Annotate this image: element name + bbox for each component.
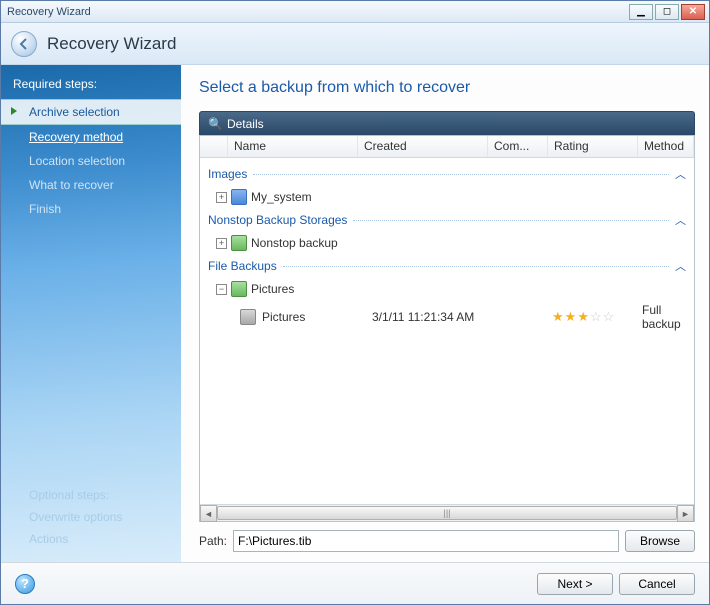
scroll-thumb[interactable]: ||| xyxy=(217,506,677,520)
close-button[interactable]: ✕ xyxy=(681,4,705,20)
maximize-button[interactable]: ◻ xyxy=(655,4,679,20)
help-button[interactable]: ? xyxy=(15,574,35,594)
step-location-selection[interactable]: Location selection xyxy=(1,149,181,173)
path-input[interactable] xyxy=(233,530,619,552)
expand-icon[interactable]: + xyxy=(216,238,227,249)
titlebar-title: Recovery Wizard xyxy=(5,6,627,18)
minimize-button[interactable]: ▁ xyxy=(629,4,653,20)
page-title: Select a backup from which to recover xyxy=(199,79,695,97)
col-expand[interactable] xyxy=(200,136,228,157)
group-label: File Backups xyxy=(208,259,277,273)
group-nonstop[interactable]: Nonstop Backup Storages ︿ xyxy=(200,208,694,232)
details-toolbar[interactable]: 🔍 Details xyxy=(199,111,695,135)
nonstop-icon xyxy=(231,235,247,251)
backup-file-icon xyxy=(240,309,256,325)
col-created[interactable]: Created xyxy=(358,136,488,157)
details-label: Details xyxy=(227,117,264,131)
collapse-icon[interactable]: − xyxy=(216,284,227,295)
sidebar-heading: Required steps: xyxy=(1,77,181,99)
step-label: Location selection xyxy=(29,154,125,168)
group-file-backups[interactable]: File Backups ︿ xyxy=(200,254,694,278)
list-body: Images ︿ + My_system Nonstop Backup Stor… xyxy=(200,158,694,504)
backup-row-pictures[interactable]: Pictures 3/1/11 11:21:34 AM ★★★☆☆ Full b… xyxy=(200,300,694,334)
group-divider xyxy=(253,174,669,175)
sidebar: Required steps: Archive selection Recove… xyxy=(1,65,181,562)
expand-icon[interactable]: + xyxy=(216,192,227,203)
item-label: Nonstop backup xyxy=(251,236,338,250)
group-label: Images xyxy=(208,167,247,181)
wizard-header: Recovery Wizard xyxy=(1,23,709,65)
path-row: Path: Browse xyxy=(199,530,695,552)
backup-list: Name Created Com... Rating Method Images… xyxy=(199,135,695,522)
item-label: My_system xyxy=(251,190,312,204)
back-button[interactable] xyxy=(11,31,37,57)
step-label: Recovery method xyxy=(29,130,123,144)
col-rating[interactable]: Rating xyxy=(548,136,638,157)
optional-actions: Actions xyxy=(13,528,169,550)
item-pictures-folder[interactable]: − Pictures xyxy=(200,278,694,300)
col-name[interactable]: Name xyxy=(228,136,358,157)
wizard-footer: ? Next > Cancel xyxy=(1,562,709,604)
next-button[interactable]: Next > xyxy=(537,573,613,595)
step-recovery-method[interactable]: Recovery method xyxy=(1,125,181,149)
step-label: Finish xyxy=(29,202,61,216)
cell-name: Pictures xyxy=(262,310,372,324)
chevron-up-icon[interactable]: ︿ xyxy=(675,166,686,182)
step-finish[interactable]: Finish xyxy=(1,197,181,221)
group-images[interactable]: Images ︿ xyxy=(200,162,694,186)
step-archive-selection[interactable]: Archive selection xyxy=(1,99,181,125)
step-label: Archive selection xyxy=(29,105,120,119)
cell-created: 3/1/11 11:21:34 AM xyxy=(372,310,542,324)
item-my-system[interactable]: + My_system xyxy=(200,186,694,208)
item-label: Pictures xyxy=(251,282,294,296)
col-method[interactable]: Method xyxy=(638,136,694,157)
horizontal-scrollbar[interactable]: ◄ ||| ► xyxy=(200,504,694,521)
cell-method: Full backup xyxy=(642,303,694,331)
scroll-right-icon[interactable]: ► xyxy=(677,505,694,522)
cell-rating[interactable]: ★★★☆☆ xyxy=(552,309,642,325)
step-what-to-recover[interactable]: What to recover xyxy=(1,173,181,197)
titlebar: Recovery Wizard ▁ ◻ ✕ xyxy=(1,1,709,23)
main-panel: Select a backup from which to recover 🔍 … xyxy=(181,65,709,562)
step-label: What to recover xyxy=(29,178,114,192)
cancel-button[interactable]: Cancel xyxy=(619,573,695,595)
browse-button[interactable]: Browse xyxy=(625,530,695,552)
group-divider xyxy=(283,266,669,267)
path-label: Path: xyxy=(199,534,227,548)
item-nonstop-backup[interactable]: + Nonstop backup xyxy=(200,232,694,254)
disk-image-icon xyxy=(231,189,247,205)
chevron-up-icon[interactable]: ︿ xyxy=(675,212,686,228)
back-arrow-icon xyxy=(18,38,30,50)
scroll-left-icon[interactable]: ◄ xyxy=(200,505,217,522)
optional-overwrite: Overwrite options xyxy=(13,506,169,528)
column-headers: Name Created Com... Rating Method xyxy=(200,136,694,158)
backup-folder-icon xyxy=(231,281,247,297)
group-divider xyxy=(353,220,669,221)
wizard-body: Required steps: Archive selection Recove… xyxy=(1,65,709,562)
recovery-wizard-window: Recovery Wizard ▁ ◻ ✕ Recovery Wizard Re… xyxy=(0,0,710,605)
sidebar-optional: Optional steps: Overwrite options Action… xyxy=(1,484,181,550)
optional-heading: Optional steps: xyxy=(13,484,169,506)
chevron-up-icon[interactable]: ︿ xyxy=(675,258,686,274)
col-comments[interactable]: Com... xyxy=(488,136,548,157)
wizard-title: Recovery Wizard xyxy=(47,34,176,54)
group-label: Nonstop Backup Storages xyxy=(208,213,347,227)
magnify-icon: 🔍 xyxy=(208,117,223,131)
